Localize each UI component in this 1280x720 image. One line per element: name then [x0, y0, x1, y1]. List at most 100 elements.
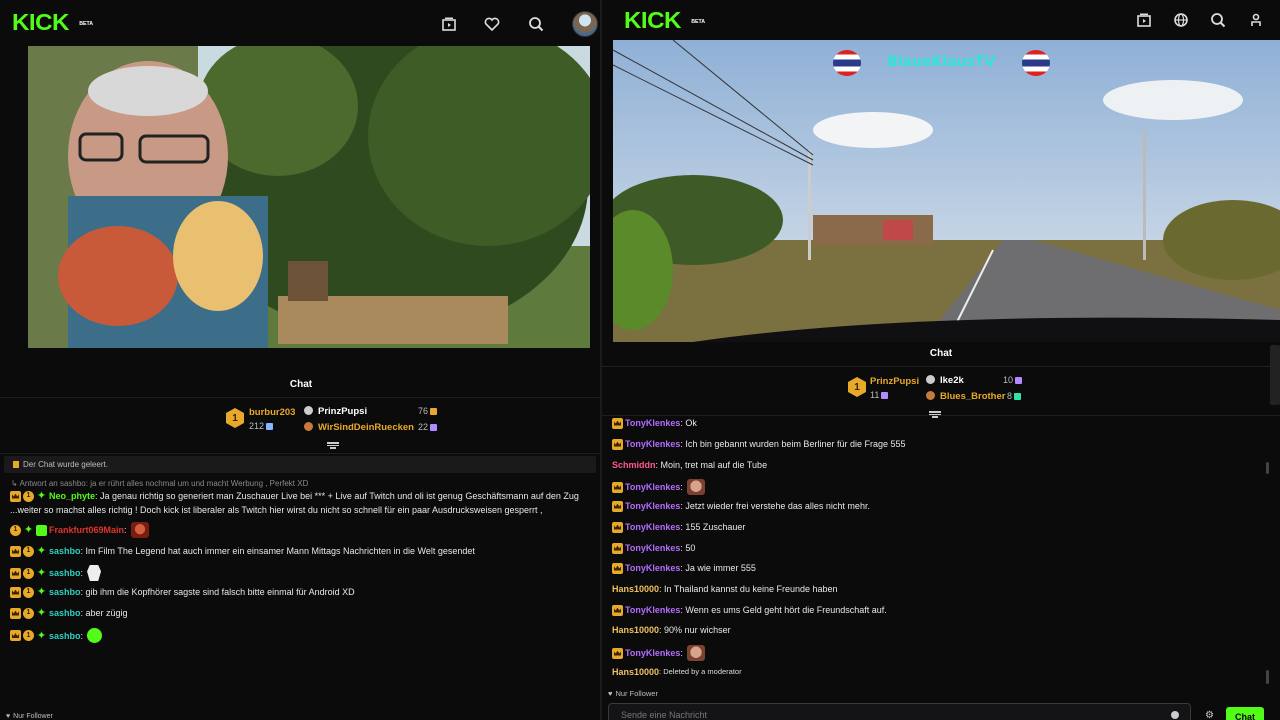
- follower-mode-indicator: ♥ Nur Follower: [6, 713, 53, 720]
- left-stream-window: KICK BETA Chat 1 burbur203 212 PrinzPups…: [0, 0, 602, 720]
- scrollbar-thumb[interactable]: [1266, 670, 1269, 684]
- stream-overlay-title: BlaueKlausTV: [887, 54, 996, 70]
- silver-medal-icon: [304, 406, 313, 415]
- reply-preview[interactable]: ↳ Antwort an sashbo: ja er rührt alles n…: [11, 479, 308, 488]
- chat-username[interactable]: Hans10000: [612, 583, 659, 595]
- gift-icon: [1015, 377, 1023, 385]
- chat-username[interactable]: TonyKlenkes: [625, 438, 680, 450]
- chat-message: Hans10000 : In Thailand kannst du keine …: [612, 583, 838, 595]
- reply-preview-text: Antwort an sashbo: ja er rührt alles noc…: [19, 479, 309, 488]
- emote-icon: [87, 565, 102, 581]
- leaderboard-first-count: 212: [249, 421, 274, 431]
- chat-username[interactable]: TonyKlenkes: [625, 481, 680, 493]
- chat-title: Chat: [929, 348, 953, 359]
- chat-username[interactable]: TonyKlenkes: [625, 604, 680, 616]
- chat-message: 1 ✦ sashbo :: [10, 565, 102, 581]
- scrollbar-thumb[interactable]: [1266, 462, 1269, 474]
- kick-logo[interactable]: KICK BETA: [12, 10, 93, 34]
- star-icon: ✦: [36, 586, 47, 598]
- chat-text: : Jetzt wieder frei verstehe das alles n…: [680, 501, 870, 511]
- gift-icon: [881, 392, 889, 400]
- chat-title: Chat: [289, 379, 313, 390]
- user-icon[interactable]: [1246, 10, 1266, 30]
- star-icon: ✦: [36, 607, 47, 619]
- clips-icon[interactable]: [1134, 10, 1154, 30]
- chat-text: : In Thailand kannst du keine Freunde ha…: [659, 584, 838, 594]
- chat-username[interactable]: TonyKlenkes: [625, 417, 680, 429]
- crown-icon: [612, 500, 623, 512]
- gift-icon: [266, 423, 274, 431]
- star-icon: ✦: [36, 490, 47, 502]
- heart-icon[interactable]: [482, 14, 502, 34]
- leaderboard-second-name[interactable]: Ike2k: [940, 375, 964, 386]
- leaderboard-second-name[interactable]: PrinzPupsi: [318, 406, 367, 417]
- chat-text: : 50: [680, 543, 696, 553]
- chat-username[interactable]: sashbo: [49, 545, 81, 557]
- gift-icon: [430, 408, 438, 416]
- crown-icon: [10, 567, 21, 579]
- chat-username[interactable]: sashbo: [49, 567, 81, 579]
- crown-icon: [612, 604, 623, 616]
- send-chat-button[interactable]: Chat: [1226, 707, 1264, 720]
- chat-username[interactable]: Neo_phyte: [49, 490, 95, 502]
- divider: [602, 415, 1280, 416]
- chat-message: 1 ✦ sashbo : gib ihm die Kopfhörer sagst…: [10, 586, 355, 598]
- leaderboard-first-name[interactable]: PrinzPupsi: [870, 376, 919, 387]
- chat-username[interactable]: TonyKlenkes: [625, 542, 680, 554]
- globe-icon[interactable]: [1171, 10, 1191, 30]
- chat-message-input[interactable]: Sende eine Nachricht: [608, 703, 1191, 720]
- star-icon: ✦: [36, 567, 47, 579]
- chat-username[interactable]: sashbo: [49, 586, 81, 598]
- heart-icon: ♥: [6, 713, 11, 720]
- chat-username[interactable]: Frankfurt069Main: [49, 524, 124, 536]
- stream-video-frame: [613, 40, 1280, 342]
- search-icon[interactable]: [1208, 10, 1228, 30]
- chat-username[interactable]: TonyKlenkes: [625, 521, 680, 533]
- chat-message: TonyKlenkes : Jetzt wieder frei verstehe…: [612, 500, 870, 512]
- chat-text: :: [80, 568, 84, 578]
- chat-username[interactable]: Hans10000: [612, 624, 659, 636]
- silver-medal-icon: [926, 375, 935, 384]
- chat-message: Hans10000 : 90% nur wichser: [612, 624, 731, 636]
- gift-icon: [1014, 393, 1022, 401]
- chat-text: : aber zügig: [80, 608, 128, 618]
- leaderboard-third-name[interactable]: Blues_Brother: [940, 391, 1005, 402]
- chat-message: TonyKlenkes : Ja wie immer 555: [612, 562, 756, 574]
- chat-username[interactable]: TonyKlenkes: [625, 647, 680, 659]
- leaderboard-third-count: 22: [418, 422, 438, 432]
- emoji-icon[interactable]: [1171, 711, 1179, 719]
- leaderboard-third-count: 8: [1007, 391, 1022, 401]
- rank-one-medal: 1: [848, 377, 866, 397]
- scrollbar-track[interactable]: [1270, 345, 1280, 405]
- clips-icon[interactable]: [439, 14, 459, 34]
- kick-logo[interactable]: KICK BETA: [624, 8, 705, 32]
- collapse-leaderboard-icon[interactable]: [327, 441, 339, 451]
- stream-video-player[interactable]: [28, 46, 590, 348]
- chat-username[interactable]: sashbo: [49, 630, 81, 642]
- stream-video-player[interactable]: BlaueKlausTV: [613, 40, 1280, 342]
- stream-video-frame: [28, 46, 590, 348]
- chat-username[interactable]: TonyKlenkes: [625, 562, 680, 574]
- emote-icon: [686, 645, 705, 661]
- chat-message: TonyKlenkes :: [612, 645, 705, 661]
- subscriber-badge: 1: [23, 607, 34, 619]
- subscriber-badge: 1: [23, 567, 34, 579]
- system-message: Der Chat wurde geleert.: [13, 460, 108, 469]
- chat-username[interactable]: Hans10000: [612, 666, 659, 678]
- chat-username[interactable]: TonyKlenkes: [625, 500, 680, 512]
- chat-message: TonyKlenkes : Wenn es ums Geld geht hört…: [612, 604, 887, 616]
- chat-message: 1 ✦ Neo_phyte : Ja genau richtig so gene…: [10, 490, 579, 502]
- thai-flag-icon: [1022, 50, 1050, 76]
- leaderboard-first-name[interactable]: burbur203: [249, 407, 295, 418]
- divider: [0, 397, 602, 398]
- chat-username[interactable]: sashbo: [49, 607, 81, 619]
- rank-one-medal: 1: [226, 408, 244, 428]
- crown-icon: [10, 545, 21, 557]
- chat-text: :: [680, 648, 683, 658]
- crown-icon: [10, 586, 21, 598]
- leaderboard-third-name[interactable]: WirSindDeinRuecken: [318, 422, 414, 433]
- chat-username[interactable]: Schmiddn: [612, 459, 656, 471]
- user-avatar[interactable]: [572, 11, 598, 37]
- search-icon[interactable]: [526, 14, 546, 34]
- gear-icon[interactable]: ⚙: [1205, 710, 1214, 720]
